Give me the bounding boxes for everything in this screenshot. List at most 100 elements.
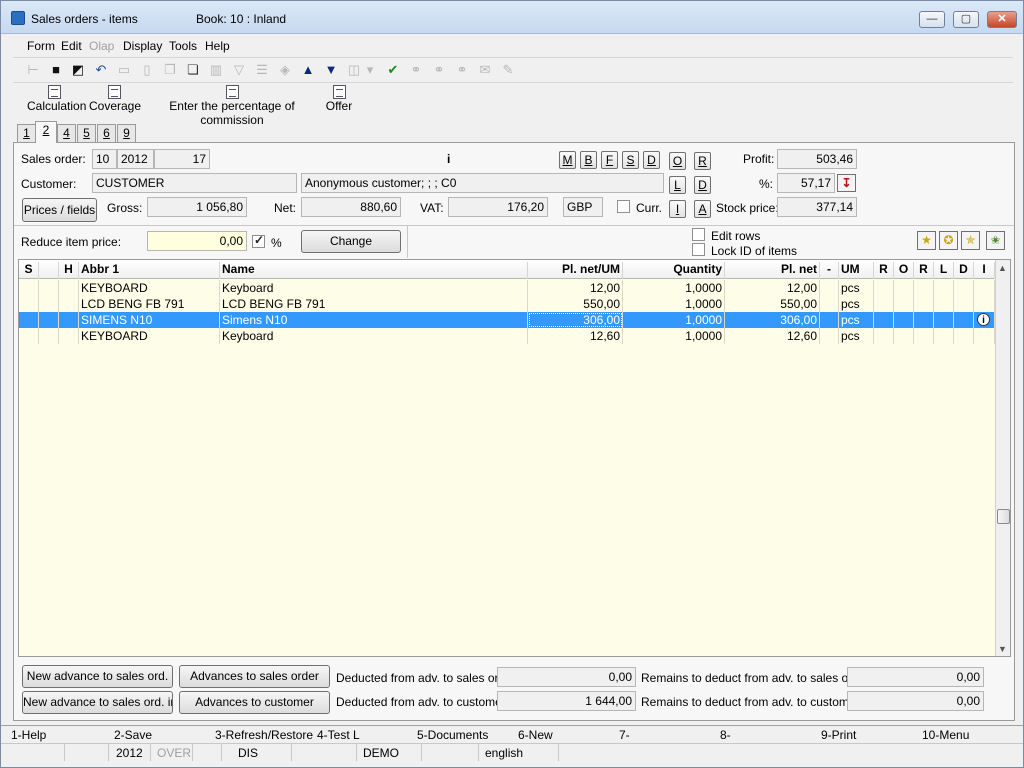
b-button[interactable]: B [580,151,597,169]
window-icon[interactable]: ◫ [346,62,362,78]
eraser-icon[interactable]: ◈ [277,62,293,78]
l-button[interactable]: L [669,176,686,194]
star-add-icon[interactable]: ✪ [939,231,958,250]
col-d[interactable]: D [954,262,974,279]
tab-1[interactable]: 1 [17,124,36,142]
col-plnet-um[interactable]: Pl. net/UM [528,262,623,279]
info-icon[interactable]: i [977,313,990,326]
fkey-documents[interactable]: 5-Documents [417,728,488,742]
fkey-print[interactable]: 9-Print [821,728,856,742]
fkey-8[interactable]: 8- [720,728,731,742]
col-dash[interactable]: - [820,262,839,279]
tab-4[interactable]: 4 [57,124,76,142]
copy-icon[interactable]: ❐ [162,62,178,78]
book-icon[interactable]: ▥ [208,62,224,78]
calculation-button[interactable]: Calculation [27,85,86,113]
star-filter-icon[interactable]: ✬ [986,231,1005,250]
filter-icon[interactable]: ▽ [231,62,247,78]
advances-sales-order-button[interactable]: Advances to sales order [179,665,330,688]
table-row[interactable]: KEYBOARD Keyboard 12,60 1,0000 12,60 pcs [19,328,995,344]
advances-customer-button[interactable]: Advances to customer [179,691,330,714]
scroll-up-icon[interactable]: ▲ [998,263,1007,273]
col-s[interactable]: S [19,262,39,279]
filter-list-icon[interactable]: ☰ [254,62,270,78]
commission-button[interactable]: Enter the percentage of commission [146,85,318,127]
new-advance-button[interactable]: New advance to sales ord. [22,665,173,688]
binoculars-next-icon[interactable]: ⚭ [431,62,447,78]
edit-icon[interactable]: ✎ [500,62,516,78]
s-button[interactable]: S [622,151,639,169]
scroll-down-icon[interactable]: ▼ [998,644,1007,654]
menu-olap[interactable]: Olap [89,39,114,53]
a-button[interactable]: A [694,200,711,218]
undo-icon[interactable]: ↶ [93,62,109,78]
col-plnet[interactable]: Pl. net [725,262,820,279]
coverage-button[interactable]: Coverage [89,85,141,113]
o-button[interactable]: O [669,152,686,170]
dropdown-icon[interactable]: ▾ [365,62,375,78]
star-icon[interactable]: ★ [917,231,936,250]
fkey-7[interactable]: 7- [619,728,630,742]
menu-form[interactable]: Form [27,39,55,53]
customer-code-field[interactable]: CUSTOMER [92,173,297,193]
col-h[interactable]: H [59,262,79,279]
fkey-test[interactable]: 4-Test L [317,728,360,742]
table-row[interactable]: LCD BENG FB 791 LCD BENG FB 791 550,00 1… [19,296,995,312]
save-icon[interactable]: ■ [48,62,64,78]
fkey-save[interactable]: 2-Save [114,728,152,742]
m-button[interactable]: M [559,151,576,169]
reduce-price-input[interactable]: 0,00 [147,231,247,251]
offer-button[interactable]: Offer [325,85,353,113]
r-button[interactable]: R [694,152,711,170]
change-button[interactable]: Change [301,230,401,253]
prices-fields-button[interactable]: Prices / fields [22,198,97,222]
col-name[interactable]: Name [220,262,528,279]
col-abbr[interactable]: Abbr 1 [79,262,220,279]
percent-checkbox[interactable] [252,233,265,248]
fkey-new[interactable]: 6-New [518,728,553,742]
so-book-field[interactable]: 10 [92,149,117,169]
fkey-refresh[interactable]: 3-Refresh/Restore [215,728,313,742]
down-arrow-icon[interactable]: ▼ [323,62,339,78]
minimize-button[interactable]: — [919,11,945,28]
so-number-field[interactable]: 17 [154,149,210,169]
col-r2[interactable]: R [914,262,934,279]
tab-5[interactable]: 5 [77,124,96,142]
curr-checkbox[interactable] [617,200,630,213]
menu-edit[interactable]: Edit [61,39,82,53]
maximize-button[interactable]: ▢ [953,11,979,28]
binoculars-icon[interactable]: ⚭ [408,62,424,78]
save-close-icon[interactable]: ◩ [70,62,86,78]
table-row-selected[interactable]: SIMENS N10 Simens N10 306,00 1,0000 306,… [19,312,995,328]
new-icon[interactable]: ▯ [139,62,155,78]
binoculars-prev-icon[interactable]: ⚭ [454,62,470,78]
d-button[interactable]: D [643,151,660,169]
tab-2[interactable]: 2 [35,121,57,143]
col-o[interactable]: O [894,262,914,279]
pin-down-icon[interactable]: ↧ [837,174,856,192]
col-r[interactable]: R [874,262,894,279]
d2-button[interactable]: D [694,176,711,194]
grid-scrollbar[interactable]: ▲ ▼ [995,260,1010,656]
col-i[interactable]: I [974,262,995,279]
lock-id-checkbox[interactable] [692,243,705,256]
tree-icon[interactable]: ⊢ [25,62,41,78]
col-quantity[interactable]: Quantity [623,262,725,279]
mail-icon[interactable]: ✉ [477,62,493,78]
fkey-menu[interactable]: 10-Menu [922,728,969,742]
fkey-help[interactable]: 1-Help [11,728,46,742]
paste-icon[interactable]: ❏ [185,62,201,78]
edit-rows-checkbox[interactable] [692,228,705,241]
so-year-field[interactable]: 2012 [117,149,154,169]
col-um[interactable]: UM [839,262,874,279]
cell-plnet-um-focused[interactable]: 306,00 [528,312,623,328]
col-l[interactable]: L [934,262,954,279]
green-check-icon[interactable]: ✔ [385,62,401,78]
table-row[interactable]: KEYBOARD Keyboard 12,00 1,0000 12,00 pcs [19,280,995,296]
tab-6[interactable]: 6 [97,124,116,142]
i-button[interactable]: I [669,200,686,218]
f-button[interactable]: F [601,151,618,169]
scroll-thumb[interactable] [997,509,1010,524]
new-advance-percent-button[interactable]: New advance to sales ord. in % [22,691,173,714]
menu-tools[interactable]: Tools [169,39,197,53]
